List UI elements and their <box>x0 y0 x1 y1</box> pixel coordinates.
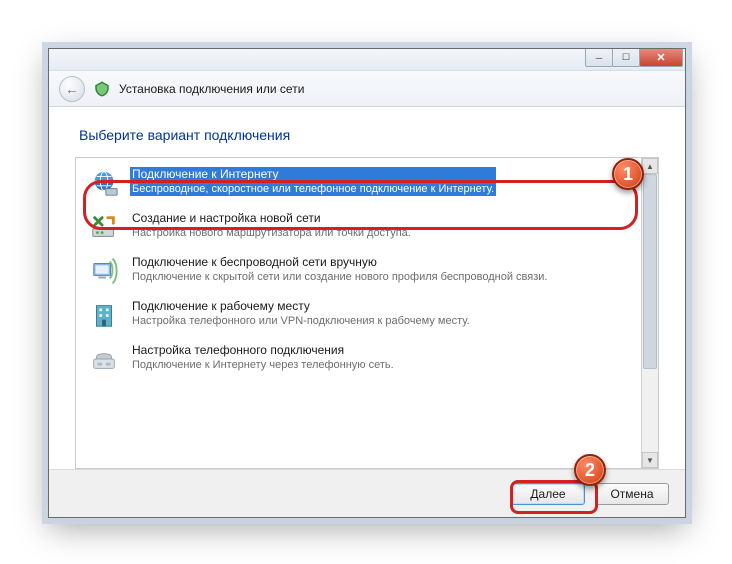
back-arrow-icon: ← <box>65 81 79 97</box>
phone-modem-icon <box>88 343 120 375</box>
option-workplace[interactable]: Подключение к рабочему месту Настройка т… <box>76 294 641 338</box>
cancel-button[interactable]: Отмена <box>595 483 669 505</box>
router-setup-icon <box>88 211 120 243</box>
option-desc: Настройка телефонного или VPN-подключени… <box>130 314 472 328</box>
option-desc: Беспроводное, скоростное или телефонное … <box>130 182 496 196</box>
back-button[interactable]: ← <box>59 76 85 102</box>
options-panel: Подключение к Интернету Беспроводное, ск… <box>75 157 659 469</box>
option-title: Настройка телефонного подключения <box>130 343 396 358</box>
option-manual-wireless[interactable]: Подключение к беспроводной сети вручную … <box>76 250 641 294</box>
page-heading: Выберите вариант подключения <box>79 127 659 143</box>
next-button[interactable]: Далее <box>511 483 585 505</box>
close-button[interactable]: ✕ <box>639 49 683 67</box>
window-title: Установка подключения или сети <box>119 82 304 96</box>
scroll-up-button[interactable]: ▲ <box>642 158 658 174</box>
header-row: ← Установка подключения или сети <box>49 71 685 107</box>
option-internet-connection[interactable]: Подключение к Интернету Беспроводное, ск… <box>76 162 641 206</box>
option-title: Создание и настройка новой сети <box>130 211 413 226</box>
option-dialup[interactable]: Настройка телефонного подключения Подклю… <box>76 338 641 382</box>
wizard-window: ─ ☐ ✕ ← Установка подключения или сети В… <box>48 48 686 518</box>
option-desc: Подключение к Интернету через телефонную… <box>130 358 396 372</box>
network-wizard-icon <box>93 80 111 98</box>
wireless-monitor-icon <box>88 255 120 287</box>
scrollbar[interactable]: ▲ ▼ <box>641 158 658 468</box>
options-list: Подключение к Интернету Беспроводное, ск… <box>76 158 641 468</box>
content-area: Выберите вариант подключения Подключение… <box>49 107 685 469</box>
maximize-button[interactable]: ☐ <box>612 49 640 67</box>
window-controls: ─ ☐ ✕ <box>585 49 683 67</box>
office-building-icon <box>88 299 120 331</box>
option-desc: Настройка нового маршрутизатора или точк… <box>130 226 413 240</box>
option-title: Подключение к беспроводной сети вручную <box>130 255 549 270</box>
annotation-marker-1: 1 <box>612 158 644 190</box>
option-new-network[interactable]: Создание и настройка новой сети Настройк… <box>76 206 641 250</box>
globe-icon <box>88 167 120 199</box>
scroll-thumb[interactable] <box>643 174 657 369</box>
minimize-button[interactable]: ─ <box>585 49 613 67</box>
option-title: Подключение к рабочему месту <box>130 299 472 314</box>
annotation-marker-2: 2 <box>574 454 606 486</box>
scroll-down-button[interactable]: ▼ <box>642 452 658 468</box>
titlebar: ─ ☐ ✕ <box>49 49 685 71</box>
scroll-track[interactable] <box>642 174 658 452</box>
option-desc: Подключение к скрытой сети или создание … <box>130 270 549 284</box>
option-title: Подключение к Интернету <box>130 167 496 182</box>
